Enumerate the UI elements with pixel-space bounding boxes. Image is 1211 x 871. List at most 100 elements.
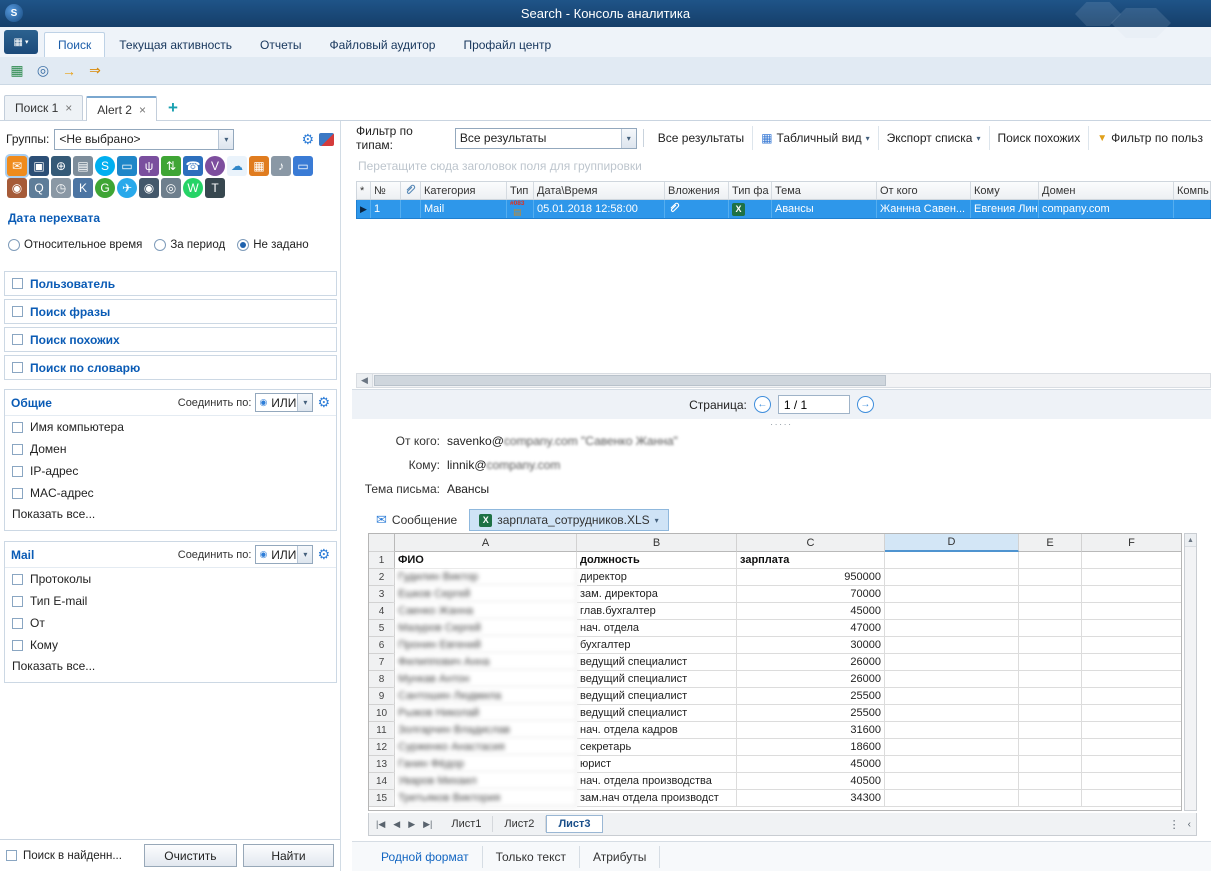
sheet-cell[interactable]: [885, 637, 1019, 654]
sheet-cell[interactable]: [885, 671, 1019, 688]
sheet-cell[interactable]: секретарь: [577, 739, 737, 756]
sheet-cell[interactable]: Уваров Михаил: [395, 773, 577, 790]
sidebar-splitter[interactable]: [341, 121, 352, 871]
filter-item[interactable]: Тип E-mail: [5, 590, 336, 612]
filter-item[interactable]: IP-адрес: [5, 460, 336, 482]
sheet-cell[interactable]: ведущий специалист: [577, 654, 737, 671]
previous-page-icon[interactable]: ←: [753, 396, 771, 413]
close-icon[interactable]: ×: [65, 101, 72, 115]
sheet-cell[interactable]: [885, 552, 1019, 569]
row-number[interactable]: 2: [369, 569, 395, 586]
sheet-cell[interactable]: [885, 688, 1019, 705]
column-header[interactable]: Дата\Время: [534, 182, 665, 199]
sheet-cell[interactable]: [885, 739, 1019, 756]
section-settings-icon[interactable]: ⚙: [317, 546, 330, 563]
column-header[interactable]: Тип фа: [729, 182, 772, 199]
toolbar-button[interactable]: Все результаты: [650, 126, 752, 150]
sheet-cell[interactable]: 45000: [737, 603, 885, 620]
document-tab[interactable]: Поиск 1 ×: [4, 95, 84, 120]
sheet-cell[interactable]: [1019, 739, 1082, 756]
last-sheet-icon[interactable]: ▶|: [419, 819, 436, 830]
sheet-tab[interactable]: Лист2: [493, 816, 547, 832]
filter-item[interactable]: Кому: [5, 634, 336, 656]
sheet-cell[interactable]: [1082, 603, 1181, 620]
search-section[interactable]: Пользователь: [4, 271, 337, 296]
sheet-cell[interactable]: [1019, 688, 1082, 705]
sheet-cell[interactable]: [1082, 705, 1181, 722]
sheet-cell[interactable]: [1082, 620, 1181, 637]
filter-item[interactable]: MAC-адрес: [5, 482, 336, 504]
sheet-cell[interactable]: Третьяков Виктория: [395, 790, 577, 807]
close-icon[interactable]: ×: [139, 103, 146, 117]
row-number[interactable]: 5: [369, 620, 395, 637]
load-query-icon[interactable]: →: [58, 60, 80, 82]
column-header[interactable]: [401, 182, 421, 199]
row-number[interactable]: 15: [369, 790, 395, 807]
sheet-cell[interactable]: [1019, 671, 1082, 688]
sheet-column-header[interactable]: D: [885, 534, 1019, 552]
sheet-cell[interactable]: [1019, 586, 1082, 603]
http-channel-icon[interactable]: ⊕: [51, 156, 71, 176]
checkbox-icon[interactable]: [12, 617, 23, 629]
sheet-cell[interactable]: [1082, 773, 1181, 790]
dropdown-arrow-icon[interactable]: ▾: [297, 394, 313, 411]
sheet-cell[interactable]: нач. отдела: [577, 620, 737, 637]
usb-device-channel-icon[interactable]: ψ: [139, 156, 159, 176]
toolbar-button[interactable]: Поиск похожих: [988, 126, 1089, 150]
sheet-cell[interactable]: Ганин Фёдор: [395, 756, 577, 773]
column-header[interactable]: Кому: [971, 182, 1039, 199]
mail-channel-icon[interactable]: ✉: [7, 156, 27, 176]
sheet-cell[interactable]: [1019, 654, 1082, 671]
filter-item[interactable]: Протоколы: [5, 568, 336, 590]
search-in-found-checkbox[interactable]: [6, 850, 17, 861]
row-number[interactable]: 7: [369, 654, 395, 671]
filter-item[interactable]: От: [5, 612, 336, 634]
row-number[interactable]: 4: [369, 603, 395, 620]
groups-settings-icon[interactable]: ⚙: [301, 131, 314, 148]
first-sheet-icon[interactable]: |◀: [372, 819, 389, 830]
sheet-cell[interactable]: 45000: [737, 756, 885, 773]
column-header[interactable]: Тип: [507, 182, 534, 199]
google-channel-icon[interactable]: G: [95, 178, 115, 198]
toolbar-button[interactable]: ▦ Табличный вид ▾: [752, 126, 877, 150]
vk-channel-icon[interactable]: K: [73, 178, 93, 198]
sheet-cell[interactable]: зарплата: [737, 552, 885, 569]
join-combobox[interactable]: ◉ ИЛИ ▾: [255, 393, 314, 412]
groups-combobox[interactable]: <Не выбрано> ▾: [54, 128, 235, 150]
type-filter-combobox[interactable]: Все результаты ▾: [454, 127, 637, 149]
sheet-cell[interactable]: Саенко Жанна: [395, 603, 577, 620]
checkbox-icon[interactable]: [12, 443, 23, 455]
menu-tab[interactable]: Файловый аудитор: [316, 32, 450, 57]
sheet-cell[interactable]: [1082, 739, 1181, 756]
monitoring-channel-icon[interactable]: ▭: [117, 156, 137, 176]
sheet-cell[interactable]: [1019, 756, 1082, 773]
whatsapp-channel-icon[interactable]: W: [183, 178, 203, 198]
checkbox-icon[interactable]: [12, 487, 23, 499]
menu-tab[interactable]: Текущая активность: [105, 32, 246, 57]
filter-item[interactable]: Имя компьютера: [5, 416, 336, 438]
sheet-cell[interactable]: [885, 773, 1019, 790]
sheet-cell[interactable]: [1019, 705, 1082, 722]
more-options-icon[interactable]: ⋮: [1169, 818, 1180, 831]
sheet-cell[interactable]: [1082, 722, 1181, 739]
sheet-cell[interactable]: 18600: [737, 739, 885, 756]
next-sheet-icon[interactable]: ▶: [404, 819, 419, 830]
sheet-cell[interactable]: юрист: [577, 756, 737, 773]
show-all-link[interactable]: Показать все...: [5, 656, 336, 676]
sheet-cell[interactable]: [1082, 569, 1181, 586]
row-number[interactable]: 8: [369, 671, 395, 688]
sheet-cell[interactable]: 70000: [737, 586, 885, 603]
sheet-cell[interactable]: 30000: [737, 637, 885, 654]
filter-item[interactable]: Домен: [5, 438, 336, 460]
checkbox-icon[interactable]: [12, 639, 23, 651]
sheet-cell[interactable]: ведущий специалист: [577, 705, 737, 722]
menu-tab[interactable]: Профайл центр: [449, 32, 565, 57]
toolbar-button[interactable]: ▼ Фильтр по польз: [1088, 126, 1211, 150]
im-channel-icon[interactable]: ▣: [29, 156, 49, 176]
sheet-cell[interactable]: Мункав Антон: [395, 671, 577, 688]
sheet-cell[interactable]: нач. отдела производства: [577, 773, 737, 790]
dropdown-arrow-icon[interactable]: ▾: [218, 129, 234, 149]
microphone-channel-icon[interactable]: ♪: [271, 156, 291, 176]
column-header[interactable]: Домен: [1039, 182, 1174, 199]
search-settings-icon[interactable]: ◎: [32, 60, 54, 82]
